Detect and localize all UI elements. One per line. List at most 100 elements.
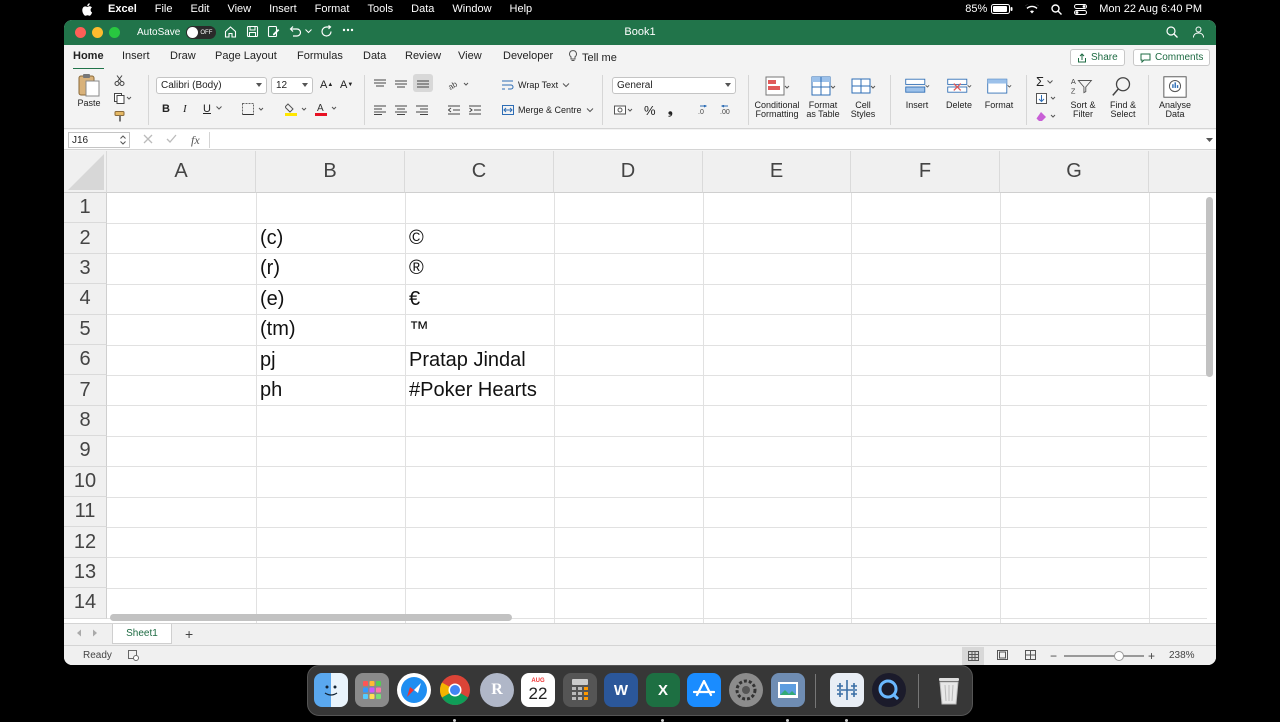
font-size-combo[interactable]: 12 — [271, 77, 313, 94]
insert-cells-button[interactable]: Insert — [898, 75, 936, 110]
system-preferences-gear-icon[interactable] — [729, 673, 763, 707]
tab-formulas[interactable]: Formulas — [297, 50, 343, 62]
accounting-format-icon[interactable] — [614, 105, 634, 116]
align-bottom-icon[interactable] — [413, 74, 433, 92]
worksheet-grid[interactable]: A B C D E F G 1 2 3 4 5 6 7 8 9 10 11 12… — [64, 151, 1216, 623]
tab-page-layout[interactable]: Page Layout — [215, 50, 277, 62]
safari-compass-icon[interactable] — [397, 673, 431, 707]
row-header-4[interactable]: 4 — [64, 284, 107, 315]
row-header-14[interactable]: 14 — [64, 588, 107, 619]
column-header-e[interactable]: E — [703, 151, 851, 193]
tab-insert[interactable]: Insert — [122, 50, 150, 62]
sheet-tab-sheet1[interactable]: Sheet1 — [112, 624, 172, 644]
increase-indent-icon[interactable] — [469, 105, 481, 115]
row-header-9[interactable]: 9 — [64, 436, 107, 467]
name-box-stepper-icon[interactable] — [120, 134, 126, 146]
copy-icon[interactable] — [114, 93, 132, 104]
cell-b3[interactable]: (r) — [256, 254, 405, 284]
search-icon[interactable] — [1166, 26, 1178, 38]
menu-insert[interactable]: Insert — [269, 3, 297, 15]
r-language-icon[interactable]: R — [480, 673, 514, 707]
decrease-font-size-button[interactable]: A ▼ — [340, 79, 353, 91]
tableau-icon[interactable] — [830, 673, 864, 722]
row-header-7[interactable]: 7 — [64, 375, 107, 406]
column-header-b[interactable]: B — [256, 151, 405, 193]
menu-tools[interactable]: Tools — [367, 3, 393, 15]
preview-icon[interactable] — [771, 673, 805, 722]
increase-decimal-icon[interactable]: .0 — [698, 105, 712, 116]
menu-help[interactable]: Help — [510, 3, 533, 15]
add-sheet-button[interactable]: + — [185, 626, 193, 642]
normal-view-icon[interactable] — [962, 647, 984, 665]
tab-home[interactable]: Home — [73, 50, 104, 70]
menu-clock[interactable]: Mon 22 Aug 6:40 PM — [1099, 3, 1202, 15]
sort-filter-button[interactable]: AZ Sort & Filter — [1064, 75, 1102, 119]
column-header-a[interactable]: A — [107, 151, 256, 193]
format-cells-button[interactable]: Format — [980, 75, 1018, 110]
comments-button[interactable]: Comments — [1133, 49, 1211, 66]
orientation-icon[interactable]: ab — [448, 79, 470, 90]
tab-view[interactable]: View — [458, 50, 482, 62]
horizontal-scrollbar[interactable] — [110, 614, 512, 621]
cell-styles-button[interactable]: Cell Styles — [846, 75, 880, 119]
row-header-6[interactable]: 6 — [64, 345, 107, 376]
align-middle-icon[interactable] — [395, 79, 407, 89]
zoom-level[interactable]: 238% — [1169, 650, 1195, 661]
macro-recording-icon[interactable] — [128, 650, 139, 661]
menu-edit[interactable]: Edit — [190, 3, 209, 15]
share-button[interactable]: Share — [1070, 49, 1125, 66]
font-color-icon[interactable]: A — [315, 102, 339, 116]
bold-button[interactable]: B — [162, 103, 170, 115]
wifi-icon[interactable] — [1025, 4, 1040, 14]
apple-menu-icon[interactable] — [80, 2, 94, 16]
comma-style-icon[interactable]: ❟ — [668, 103, 673, 118]
launchpad-icon[interactable] — [355, 673, 389, 707]
analyse-data-button[interactable]: Analyse Data — [1154, 75, 1196, 119]
share-people-icon[interactable] — [1192, 26, 1205, 38]
menu-app-excel[interactable]: Excel — [108, 3, 137, 15]
tell-me-search[interactable]: Tell me — [569, 50, 617, 65]
cell-b4[interactable]: (e) — [256, 284, 405, 314]
zoom-slider[interactable] — [1064, 651, 1144, 661]
decrease-decimal-icon[interactable]: .00 — [720, 105, 734, 116]
zoom-slider-thumb[interactable] — [1114, 651, 1124, 661]
row-header-2[interactable]: 2 — [64, 223, 107, 254]
row-header-1[interactable]: 1 — [64, 193, 107, 224]
column-header-f[interactable]: F — [851, 151, 1000, 193]
align-left-icon[interactable] — [374, 105, 386, 115]
align-top-icon[interactable] — [374, 79, 386, 89]
select-all-corner[interactable] — [64, 151, 107, 193]
insert-function-button[interactable]: fx — [191, 133, 200, 148]
italic-button[interactable]: I — [183, 103, 187, 115]
menu-file[interactable]: File — [155, 3, 173, 15]
fill-down-icon[interactable] — [1036, 93, 1058, 104]
wrap-text-button[interactable]: Wrap Text — [502, 80, 570, 90]
row-header-11[interactable]: 11 — [64, 497, 107, 528]
row-header-12[interactable]: 12 — [64, 527, 107, 558]
next-sheet-chevron-right-icon[interactable] — [92, 629, 98, 637]
tab-draw[interactable]: Draw — [170, 50, 196, 62]
fill-color-icon[interactable] — [285, 103, 309, 116]
previous-sheet-chevron-left-icon[interactable] — [76, 629, 82, 637]
cell-b5[interactable]: (tm) — [256, 315, 405, 345]
vertical-scrollbar[interactable] — [1206, 197, 1213, 377]
page-break-view-icon[interactable] — [1025, 650, 1036, 660]
page-layout-view-icon[interactable] — [997, 650, 1008, 660]
zoom-in-button[interactable]: + — [1148, 649, 1155, 663]
paste-button[interactable]: Paste — [76, 73, 102, 108]
finder-icon[interactable] — [314, 673, 348, 707]
cancel-entry-icon[interactable] — [143, 134, 153, 144]
menu-format[interactable]: Format — [315, 3, 350, 15]
cell-c5[interactable]: ™ — [405, 315, 554, 345]
word-icon[interactable]: W — [604, 673, 638, 707]
row-header-5[interactable]: 5 — [64, 314, 107, 345]
app-store-icon[interactable] — [687, 673, 721, 707]
expand-formula-bar-chevron-down-icon[interactable] — [1206, 138, 1213, 142]
menu-data[interactable]: Data — [411, 3, 434, 15]
tab-review[interactable]: Review — [405, 50, 441, 62]
menu-view[interactable]: View — [227, 3, 251, 15]
cell-b2[interactable]: (c) — [256, 223, 405, 253]
cell-c3[interactable]: ® — [405, 254, 554, 284]
menu-window[interactable]: Window — [452, 3, 491, 15]
row-header-3[interactable]: 3 — [64, 253, 107, 285]
